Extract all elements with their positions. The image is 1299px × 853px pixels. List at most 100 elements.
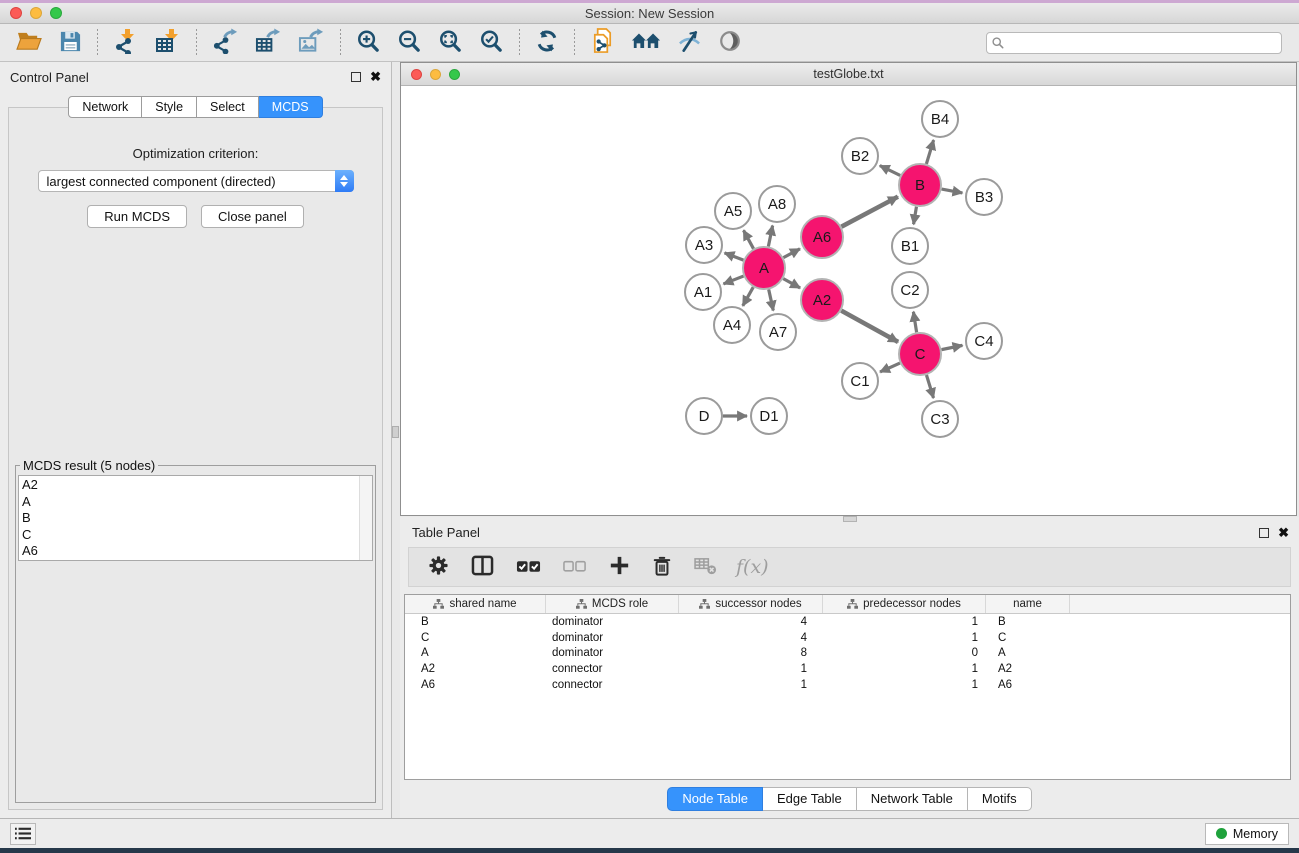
node-B[interactable]: B [899, 164, 941, 206]
run-mcds-button[interactable]: Run MCDS [87, 205, 187, 228]
node-B2[interactable]: B2 [842, 138, 878, 174]
edge-A-A7[interactable] [769, 289, 774, 310]
node-A8[interactable]: A8 [759, 186, 795, 222]
edge-A6-B[interactable] [841, 197, 897, 227]
column-header-predecessor-nodes[interactable]: predecessor nodes [823, 595, 986, 613]
node-A4[interactable]: A4 [714, 307, 750, 343]
search-input[interactable] [986, 32, 1282, 54]
edge-B-B3[interactable] [942, 189, 963, 193]
refresh-button[interactable] [527, 27, 567, 58]
table-row[interactable]: Bdominator41B [405, 614, 1290, 630]
tab-node-table[interactable]: Node Table [667, 787, 763, 811]
import-table-button[interactable] [147, 26, 189, 59]
export-table-button[interactable] [247, 26, 290, 59]
edge-A2-C[interactable] [841, 311, 898, 342]
close-panel-button[interactable]: Close panel [201, 205, 304, 228]
edge-B-B2[interactable] [880, 166, 900, 176]
table-float-panel-icon[interactable] [1259, 528, 1269, 538]
import-network-button[interactable] [105, 26, 147, 59]
open-file-button[interactable] [8, 27, 51, 58]
net-close-button[interactable] [411, 69, 422, 80]
result-item[interactable]: A6 [22, 543, 372, 560]
node-D[interactable]: D [686, 398, 722, 434]
net-zoom-button[interactable] [449, 69, 460, 80]
node-B4[interactable]: B4 [922, 101, 958, 137]
edge-A-A1[interactable] [723, 276, 743, 284]
column-header-shared-name[interactable]: shared name [405, 595, 546, 613]
select-all-button[interactable] [507, 554, 550, 581]
deselect-all-button[interactable] [554, 555, 596, 580]
save-button[interactable] [51, 28, 90, 58]
edge-C-C1[interactable] [880, 363, 900, 372]
tab-motifs[interactable]: Motifs [968, 787, 1032, 811]
delete-row-button[interactable] [643, 553, 681, 582]
node-C4[interactable]: C4 [966, 323, 1002, 359]
node-A6[interactable]: A6 [801, 216, 843, 258]
tab-style[interactable]: Style [142, 96, 197, 118]
node-A1[interactable]: A1 [685, 274, 721, 310]
add-row-button[interactable] [600, 553, 639, 581]
zoom-out-button[interactable] [389, 27, 430, 59]
node-A3[interactable]: A3 [686, 227, 722, 263]
float-panel-icon[interactable] [351, 72, 361, 82]
tab-network-table[interactable]: Network Table [857, 787, 968, 811]
column-header-MCDS-role[interactable]: MCDS role [546, 595, 679, 613]
settings-button[interactable] [419, 553, 458, 581]
zoom-in-button[interactable] [348, 27, 389, 59]
edge-B-B4[interactable] [926, 140, 933, 164]
export-network-button[interactable] [204, 26, 247, 59]
edge-A-A8[interactable] [768, 226, 772, 247]
minimize-window-button[interactable] [30, 7, 42, 19]
node-A7[interactable]: A7 [760, 314, 796, 350]
close-panel-icon[interactable]: ✖ [370, 72, 381, 82]
node-B3[interactable]: B3 [966, 179, 1002, 215]
node-C[interactable]: C [899, 333, 941, 375]
show-hidden-button[interactable] [710, 27, 750, 58]
network-canvas[interactable]: AA1A2A3A4A5A6A7A8BB1B2B3B4CC1C2C3C4DD1 [401, 86, 1296, 515]
edge-C-C3[interactable] [926, 375, 933, 398]
edge-C-C4[interactable] [942, 345, 963, 349]
tab-edge-table[interactable]: Edge Table [763, 787, 857, 811]
zoom-fit-button[interactable] [430, 27, 471, 59]
table-close-panel-icon[interactable]: ✖ [1278, 528, 1289, 538]
table-row[interactable]: A2connector11A2 [405, 661, 1290, 677]
node-D1[interactable]: D1 [751, 398, 787, 434]
table-row[interactable]: Cdominator41C [405, 630, 1290, 646]
splitter-grip[interactable] [392, 426, 399, 438]
clone-network-button[interactable] [582, 26, 623, 59]
node-A2[interactable]: A2 [801, 279, 843, 321]
hide-elements-button[interactable] [669, 27, 710, 59]
column-header-name[interactable]: name [986, 595, 1070, 613]
panel-splitter[interactable] [392, 62, 400, 818]
export-image-button[interactable] [290, 26, 333, 59]
node-C1[interactable]: C1 [842, 363, 878, 399]
mcds-result-list[interactable]: A2ABCA6 [18, 475, 373, 561]
memory-button[interactable]: Memory [1205, 823, 1289, 845]
tab-select[interactable]: Select [197, 96, 259, 118]
result-scrollbar[interactable] [359, 476, 372, 560]
edge-A-A5[interactable] [744, 230, 754, 248]
zoom-window-button[interactable] [50, 7, 62, 19]
edge-A-A4[interactable] [743, 287, 753, 306]
function-builder-button[interactable]: f(x) [730, 556, 775, 578]
optimization-criterion-select[interactable]: largest connected component (directed) [38, 170, 354, 192]
horizontal-splitter-grip[interactable] [843, 516, 857, 522]
tab-mcds[interactable]: MCDS [259, 96, 323, 118]
net-minimize-button[interactable] [430, 69, 441, 80]
task-history-button[interactable] [10, 823, 36, 845]
tab-network[interactable]: Network [68, 96, 142, 118]
result-item[interactable]: A [22, 494, 372, 511]
zoom-selected-button[interactable] [471, 27, 512, 59]
result-item[interactable]: C [22, 527, 372, 544]
node-C2[interactable]: C2 [892, 272, 928, 308]
edge-A-A6[interactable] [783, 249, 800, 258]
node-A[interactable]: A [743, 247, 785, 289]
column-header-successor-nodes[interactable]: successor nodes [679, 595, 823, 613]
close-window-button[interactable] [10, 7, 22, 19]
table-row[interactable]: Adominator80A [405, 646, 1290, 662]
table-row[interactable]: A6connector11A6 [405, 677, 1290, 693]
node-B1[interactable]: B1 [892, 228, 928, 264]
edge-A-A2[interactable] [783, 279, 800, 288]
first-neighbors-button[interactable] [623, 27, 669, 58]
delete-table-button[interactable] [685, 554, 726, 580]
